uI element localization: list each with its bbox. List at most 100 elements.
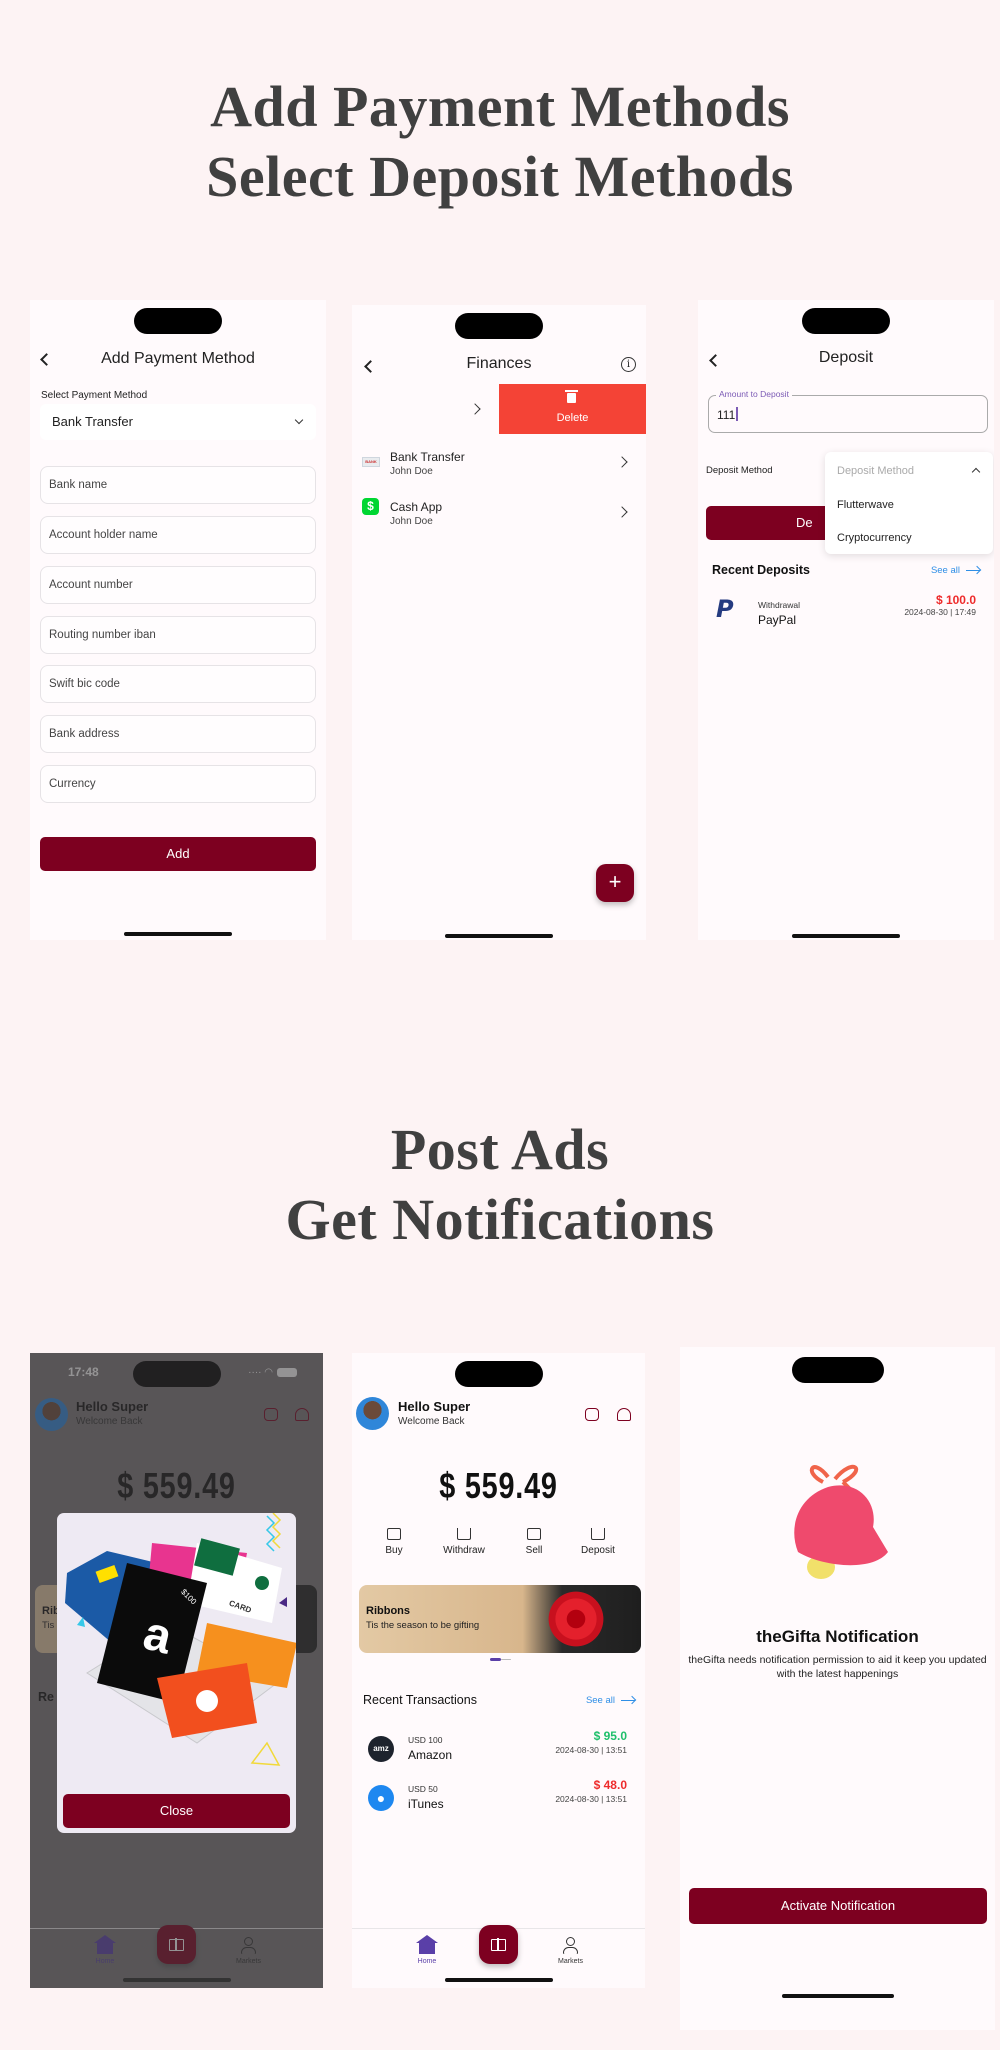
select-method-label: Select Payment Method: [41, 390, 148, 401]
chevron-right-icon: [616, 506, 628, 518]
notification-title: theGifta Notification: [756, 1627, 919, 1646]
account-number-field[interactable]: Account number: [40, 566, 316, 604]
tx-original: USD 50: [408, 1784, 438, 1794]
deposit-screen: Deposit Amount to Deposit 111 Deposit Me…: [698, 300, 994, 940]
account-holder-field[interactable]: Account holder name: [40, 516, 316, 554]
trash-icon: [565, 390, 578, 403]
banner-title: Ribbons: [366, 1605, 410, 1617]
buy-button[interactable]: Buy: [364, 1528, 424, 1556]
option-flutterwave[interactable]: Flutterwave: [837, 499, 894, 511]
bank-name-field[interactable]: Bank name: [40, 466, 316, 504]
see-all-label: See all: [585, 1695, 615, 1706]
carousel-dot: [501, 1659, 511, 1660]
ad-modal: a $100 CARD Close: [57, 1513, 296, 1833]
headline-line: Get Notifications: [285, 1187, 715, 1252]
cash-app-icon: $: [362, 498, 379, 515]
home-icon: [416, 1935, 438, 1954]
item-subtitle: John Doe: [390, 516, 433, 527]
deposit-method-label: Deposit Method: [706, 465, 773, 476]
see-all-link[interactable]: See all: [586, 1695, 635, 1706]
download-icon: [591, 1528, 605, 1540]
dynamic-island: [454, 1361, 543, 1387]
itunes-icon: ●: [368, 1785, 394, 1811]
arrow-right-icon: [966, 569, 980, 572]
arrow-right-icon: [621, 1699, 635, 1702]
banner-subtitle: Tis the season to be gifting: [366, 1620, 480, 1631]
headline-line: Add Payment Methods: [210, 74, 790, 139]
amount-label: Amount to Deposit: [716, 389, 792, 399]
nav-markets-label: Markets: [558, 1958, 583, 1965]
withdraw-button[interactable]: Withdraw: [434, 1528, 494, 1556]
triangle-decoration: [250, 1741, 281, 1766]
sell-button[interactable]: Sell: [504, 1528, 564, 1556]
routing-number-field[interactable]: Routing number iban: [40, 616, 316, 654]
see-all-label: See all: [930, 565, 960, 576]
swift-code-field[interactable]: Swift bic code: [40, 665, 316, 703]
notification-description: theGifta needs notification permission t…: [688, 1654, 987, 1680]
deposit-button[interactable]: Deposit: [568, 1528, 628, 1556]
add-button[interactable]: Add: [40, 837, 316, 871]
tx-amount: $ 48.0: [593, 1778, 627, 1792]
tx-name: iTunes: [408, 1797, 444, 1811]
triangle-decoration: [279, 1597, 287, 1607]
home-indicator: [124, 932, 232, 936]
deposit-amount: $ 100.0: [935, 593, 976, 607]
home-indicator: [445, 934, 553, 938]
deposit-name: PayPal: [758, 613, 797, 627]
delete-button[interactable]: Delete: [499, 384, 646, 434]
currency-field[interactable]: Currency: [40, 765, 316, 803]
chat-icon[interactable]: [585, 1408, 599, 1421]
chevron-down-icon: [294, 415, 304, 425]
promo-banner[interactable]: Ribbons Tis the season to be gifting: [359, 1585, 641, 1653]
home-indicator: [444, 1978, 553, 1982]
chevron-up-icon[interactable]: [971, 467, 981, 477]
home-screen: Hello Super Welcome Back $ 559.49 Buy Wi…: [352, 1353, 645, 1988]
payment-method-select[interactable]: Bank Transfer: [40, 404, 316, 440]
finances-screen: Finances i Delete BANK Bank Transfer Joh…: [352, 305, 646, 940]
page-title: Deposit: [818, 349, 874, 366]
close-button[interactable]: Close: [63, 1794, 290, 1828]
nav-home[interactable]: Home: [407, 1935, 447, 1965]
gift-cards-illustration: a $100 CARD: [65, 1513, 296, 1766]
deposit-type: Withdrawal: [758, 600, 801, 610]
amazon-icon: amz: [368, 1736, 394, 1762]
page-title: Finances: [466, 355, 532, 372]
headline-ads: Post Ads Get Notifications: [0, 1115, 1000, 1255]
delete-label: Delete: [556, 412, 589, 424]
dynamic-island: [134, 308, 222, 334]
tx-date: 2024-08-30 | 13:51: [555, 1745, 627, 1755]
chevron-right-icon[interactable]: [469, 403, 481, 415]
amount-value: 111: [717, 408, 736, 422]
upload-icon: [457, 1528, 471, 1540]
starbucks-logo: [255, 1576, 269, 1590]
dynamic-island: [802, 308, 890, 334]
nav-gift-button[interactable]: [479, 1925, 518, 1964]
sell-label: Sell: [525, 1545, 543, 1556]
deposit-label: Deposit: [581, 1545, 615, 1556]
buy-label: Buy: [385, 1545, 403, 1556]
deposit-method-dropdown[interactable]: Deposit Method Flutterwave Cryptocurrenc…: [825, 452, 993, 554]
text-caret: [736, 407, 739, 421]
bell-icon[interactable]: [617, 1408, 631, 1421]
greeting: Hello Super: [398, 1399, 471, 1414]
home-indicator: [122, 1978, 231, 1982]
amount-input[interactable]: Amount to Deposit 111: [708, 389, 988, 433]
activate-notification-button[interactable]: Activate Notification: [689, 1888, 987, 1924]
selected-method: Bank Transfer: [52, 414, 133, 429]
item-subtitle: John Doe: [390, 466, 433, 477]
headline-line: Post Ads: [390, 1117, 610, 1182]
tx-name: Amazon: [408, 1748, 453, 1762]
balance: $ 559.49: [439, 1465, 558, 1506]
nav-markets[interactable]: Markets: [548, 1937, 593, 1965]
add-fab-button[interactable]: +: [596, 864, 634, 902]
info-icon[interactable]: i: [621, 357, 636, 372]
zigzag-decoration: [271, 1513, 282, 1549]
bell-illustration: [794, 1464, 888, 1579]
tx-amount: $ 95.0: [593, 1729, 627, 1743]
gift-icon: [491, 1938, 506, 1951]
bank-address-field[interactable]: Bank address: [40, 715, 316, 753]
option-cryptocurrency[interactable]: Cryptocurrency: [837, 532, 912, 544]
see-all-link[interactable]: See all: [931, 565, 980, 576]
avatar[interactable]: [356, 1397, 389, 1430]
item-title: Cash App: [390, 500, 443, 514]
